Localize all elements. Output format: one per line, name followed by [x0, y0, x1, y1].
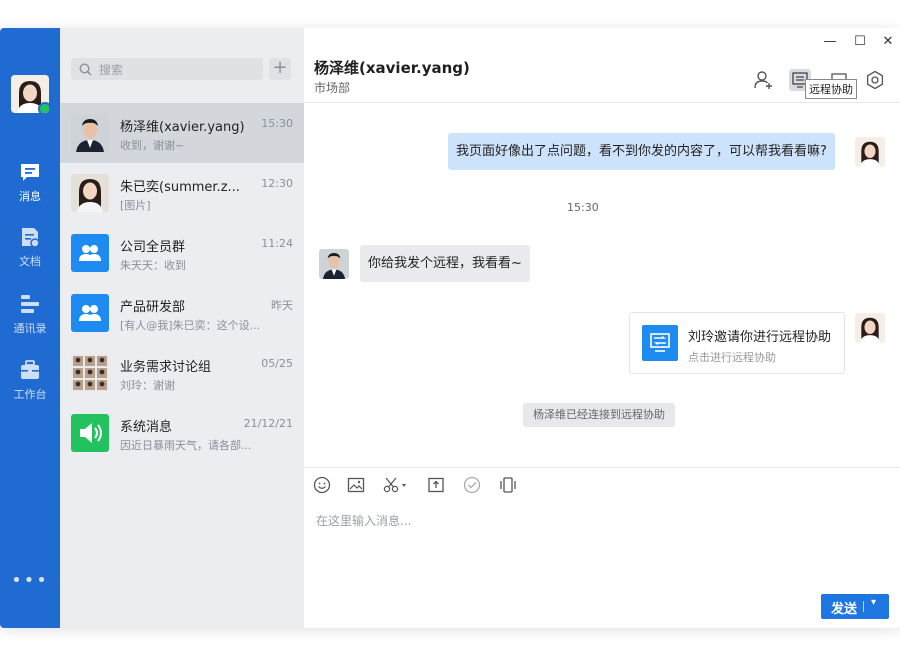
send-separator [863, 601, 864, 612]
group-icon [79, 305, 101, 321]
conversation-time: 15:30 [261, 117, 293, 130]
chat-icon [21, 164, 39, 181]
male-avatar-icon [319, 249, 349, 279]
chat-department: 市场部 [314, 81, 351, 95]
chevron-down-icon[interactable]: ▾ [871, 597, 876, 608]
female-avatar-icon [855, 137, 885, 167]
conversation-name: 系统消息 [120, 420, 173, 435]
rail-item-documents[interactable]: 文档 [0, 226, 60, 269]
conversation-time: 05/25 [261, 357, 293, 370]
header-divider [304, 102, 900, 103]
message-input[interactable] [304, 506, 900, 586]
search-box[interactable]: 搜索 [71, 58, 263, 80]
female-avatar-icon [71, 174, 109, 212]
conversation-item[interactable]: 系统消息 21/12/21 因近日暴雨天气，请各部... [60, 403, 304, 463]
conversation-item[interactable]: 杨泽维(xavier.yang) 15:30 收到，谢谢~ [60, 103, 304, 163]
conversation-preview: 收到，谢谢~ [120, 139, 185, 152]
rail-item-label: 工作台 [13, 388, 47, 401]
avatar [855, 313, 885, 343]
avatar [855, 137, 885, 167]
avatar [71, 174, 109, 212]
image-icon[interactable] [346, 475, 366, 495]
app-window: 消息 文档 通讯录 工作台 ••• 搜索 + 杨泽维(xavier.yang) … [0, 28, 900, 628]
chat-title: 杨泽维(xavier.yang) [314, 59, 470, 77]
avatar [71, 294, 109, 332]
add-member-icon[interactable] [752, 69, 774, 91]
avatar [319, 249, 349, 279]
search-placeholder: 搜索 [99, 62, 124, 77]
maximize-button[interactable]: ☐ [853, 35, 867, 49]
message-bubble-received: 你给我发个远程，我看看~ [360, 245, 530, 282]
online-status-icon [38, 102, 49, 113]
avatar [71, 414, 109, 452]
conversation-time: 昨天 [271, 299, 293, 312]
message-timestamp: 15:30 [567, 201, 599, 214]
minimize-button[interactable]: — [823, 35, 837, 49]
close-button[interactable]: ✕ [881, 35, 895, 49]
male-avatar-icon [71, 114, 109, 152]
conversation-preview: 刘玲：谢谢 [120, 379, 175, 392]
avatar [71, 354, 109, 392]
rail-item-messages[interactable]: 消息 [0, 161, 60, 204]
more-icon[interactable]: ••• [0, 570, 60, 591]
speaker-icon [80, 423, 102, 443]
screenshot-icon[interactable] [382, 475, 410, 495]
emoji-icon[interactable] [312, 475, 332, 495]
rail-item-contacts[interactable]: 通讯录 [0, 293, 60, 336]
vibrate-icon[interactable] [498, 475, 518, 495]
group-icon [79, 245, 101, 261]
card-title: 刘玲邀请你进行远程协助 [688, 330, 832, 345]
conversation-item[interactable]: 业务需求讨论组 05/25 刘玲：谢谢 [60, 343, 304, 403]
conversation-name: 产品研发部 [120, 300, 186, 315]
remote-desktop-icon [642, 325, 678, 361]
group-mosaic-icon [73, 356, 107, 390]
avatar [71, 114, 109, 152]
my-avatar[interactable] [11, 75, 49, 113]
search-icon [79, 62, 92, 75]
rail-item-label: 通讯录 [13, 322, 47, 335]
avatar [71, 234, 109, 272]
conversation-item[interactable]: 公司全员群 11:24 朱天天：收到 [60, 223, 304, 283]
female-avatar-icon [855, 313, 885, 343]
nav-rail: 消息 文档 通讯录 工作台 ••• [0, 28, 60, 628]
add-button[interactable]: + [269, 58, 291, 80]
rail-item-workbench[interactable]: 工作台 [0, 359, 60, 402]
conversation-preview: [有人@我]朱已奕：这个设... [120, 319, 261, 332]
conversation-name: 杨泽维(xavier.yang) [120, 120, 245, 135]
conversation-name: 朱已奕(summer.z... [120, 180, 240, 195]
message-bubble-sent: 我页面好像出了点问题，看不到你发的内容了，可以帮我看看嘛? [448, 133, 835, 170]
tooltip: 远程协助 [805, 79, 857, 99]
rail-item-label: 文档 [19, 255, 41, 268]
conversation-preview: 因近日暴雨天气，请各部... [120, 439, 252, 452]
chat-panel: — ☐ ✕ 杨泽维(xavier.yang) 市场部 远程协助 我页面好像出了点… [304, 28, 900, 628]
conversation-time: 21/12/21 [243, 417, 293, 430]
conversation-time: 11:24 [261, 237, 293, 250]
send-button[interactable]: 发送 ▾ [821, 594, 889, 619]
conversation-item[interactable]: 朱已奕(summer.z... 12:30 [图片] [60, 163, 304, 223]
input-divider [304, 467, 900, 468]
briefcase-icon [21, 360, 39, 379]
conversation-name: 公司全员群 [120, 240, 186, 255]
remote-assist-card[interactable]: 刘玲邀请你进行远程协助 点击进行远程协助 [629, 312, 845, 374]
check-task-icon[interactable] [462, 475, 482, 495]
conversation-time: 12:30 [261, 177, 293, 190]
settings-icon[interactable] [864, 69, 886, 91]
rail-item-label: 消息 [19, 190, 41, 203]
conversation-list: 搜索 + 杨泽维(xavier.yang) 15:30 收到，谢谢~ 朱已奕(s… [60, 28, 304, 628]
card-subtitle: 点击进行远程协助 [688, 351, 776, 364]
contacts-icon [21, 295, 39, 313]
document-icon [22, 228, 40, 248]
conversation-preview: 朱天天：收到 [120, 259, 186, 272]
upload-file-icon[interactable] [426, 475, 446, 495]
conversation-item[interactable]: 产品研发部 昨天 [有人@我]朱已奕：这个设... [60, 283, 304, 343]
system-notice: 杨泽维已经连接到远程协助 [523, 403, 675, 427]
conversation-name: 业务需求讨论组 [120, 360, 212, 375]
conversation-preview: [图片] [120, 199, 151, 212]
send-label: 发送 [831, 602, 858, 617]
